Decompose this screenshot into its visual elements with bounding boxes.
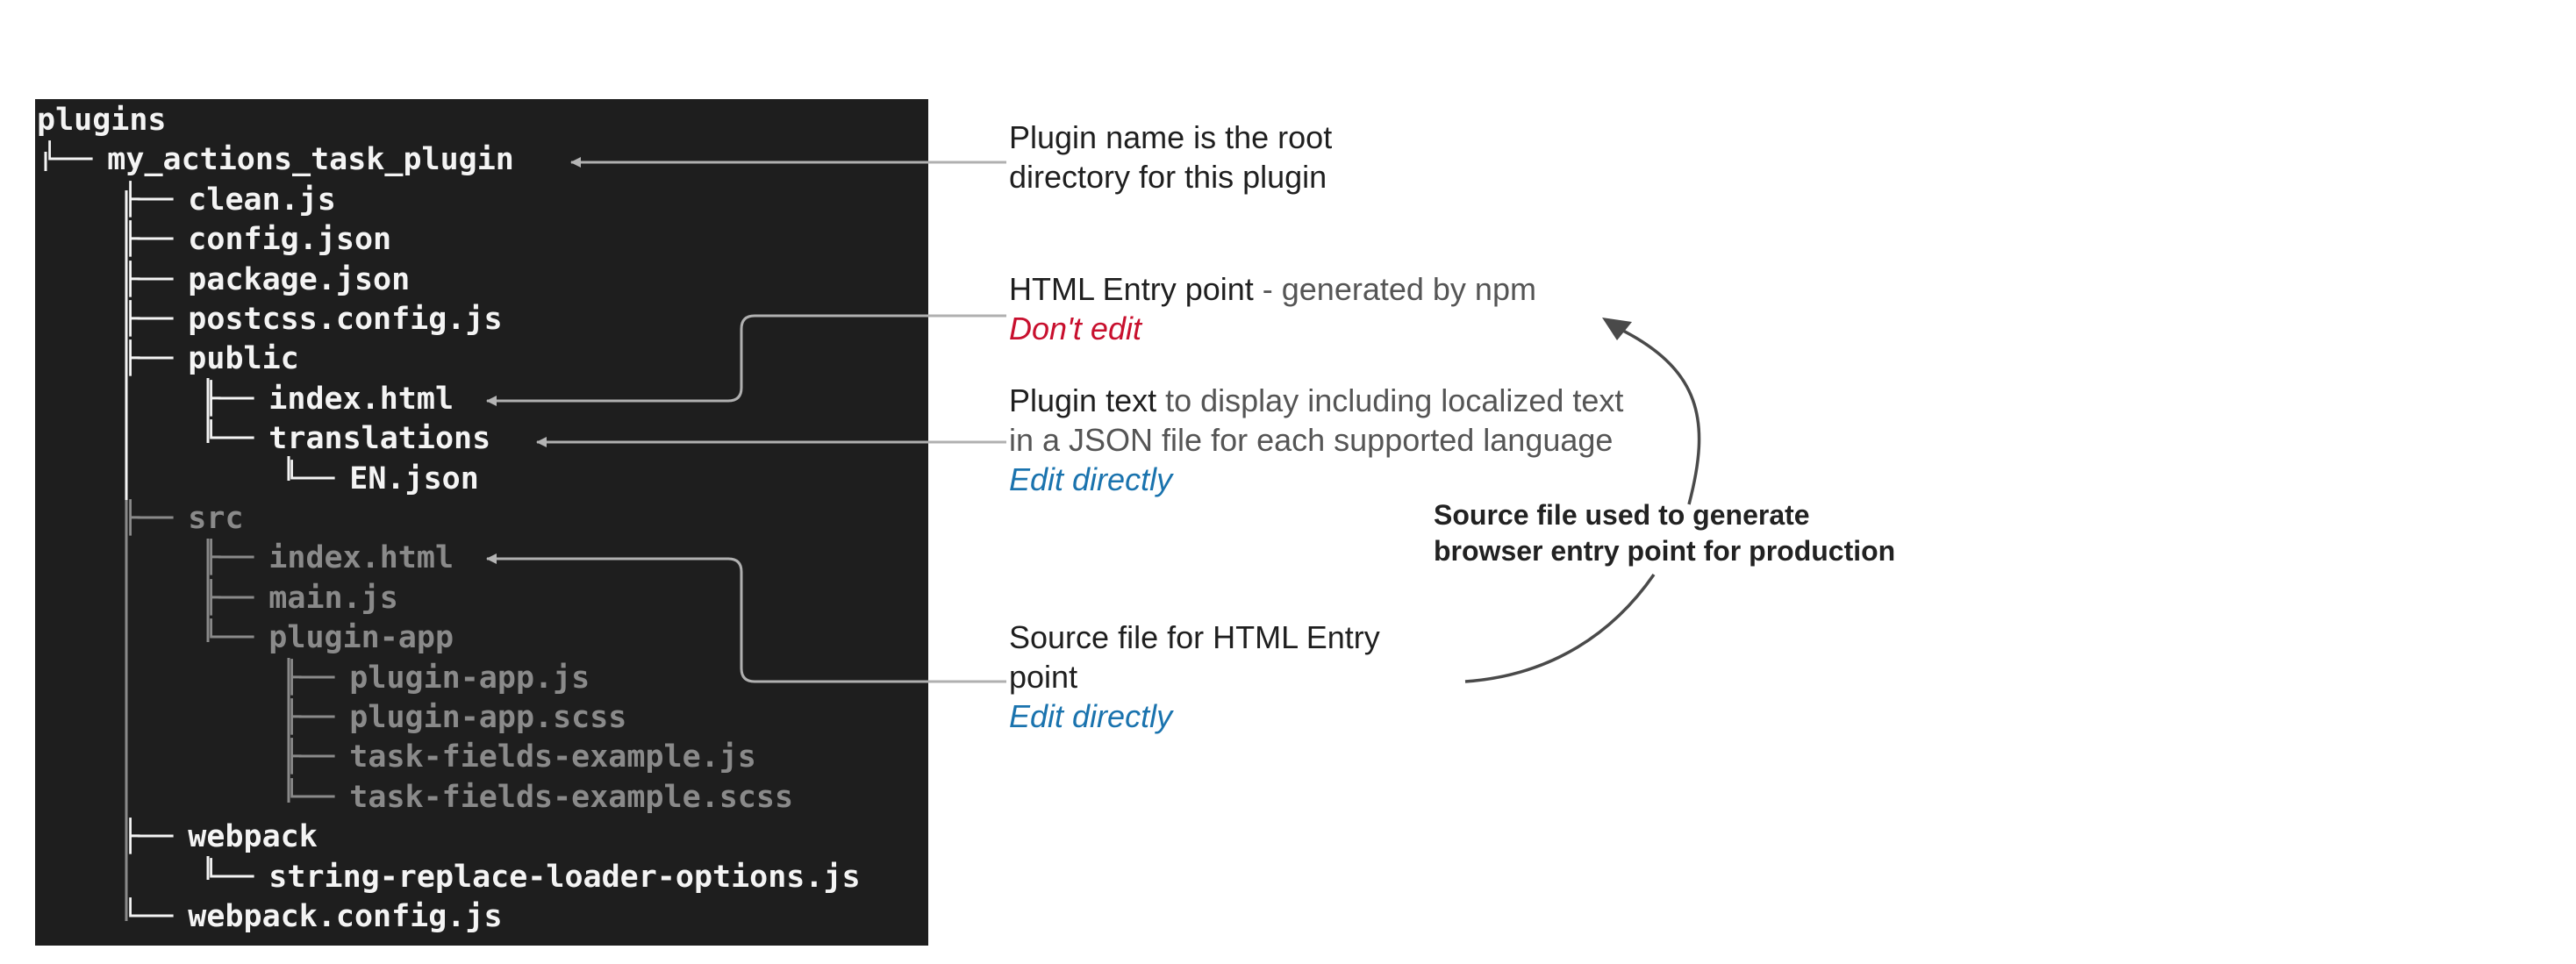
plugin-text-title: Plugin text <box>1009 382 1157 418</box>
plugin-text-status: Edit directly <box>1009 461 1173 497</box>
generator-line2: browser entry point for production <box>1434 535 1896 567</box>
generator-line1: Source file used to generate <box>1434 499 1810 531</box>
html-entry-status: Don't edit <box>1009 311 1141 346</box>
plugin-text-line1: to display including localized text <box>1156 382 1624 418</box>
html-entry-title: HTML Entry point <box>1009 271 1254 307</box>
tree-guide-lines <box>44 152 290 921</box>
connector-html-entry <box>486 314 1006 406</box>
annotation-plugin-text: Plugin text to display including localiz… <box>1009 381 1623 499</box>
arrowhead-upper <box>1602 318 1632 340</box>
source-file-line1: Source file for HTML Entry <box>1009 619 1380 655</box>
curved-arrow-lower <box>1464 574 1656 683</box>
curved-arrow-upper <box>1614 325 1701 505</box>
annotation-html-entry: HTML Entry point - generated by npm Don'… <box>1009 269 1536 348</box>
connector-source-file <box>486 553 1006 683</box>
plugin-text-line2: in a JSON file for each supported langua… <box>1009 422 1614 458</box>
annotation-plugin-name: Plugin name is the root directory for th… <box>1009 118 1332 196</box>
plugin-name-line1: Plugin name is the root <box>1009 119 1333 155</box>
html-entry-suffix: - generated by npm <box>1253 271 1536 307</box>
plugin-name-line2: directory for this plugin <box>1009 159 1327 195</box>
annotation-source-file: Source file for HTML Entry point Edit di… <box>1009 618 1380 736</box>
source-file-status: Edit directly <box>1009 698 1173 734</box>
annotation-generator: Source file used to generate browser ent… <box>1434 497 1895 569</box>
source-file-line2: point <box>1009 659 1078 695</box>
